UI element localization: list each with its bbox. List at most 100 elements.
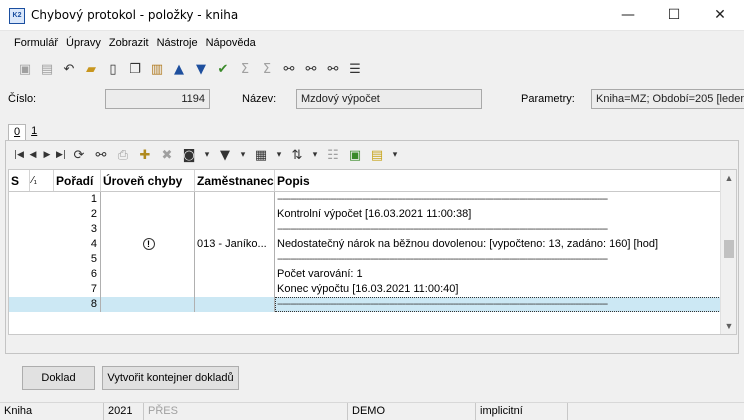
status-demo: DEMO <box>348 403 476 420</box>
cell-s <box>9 222 30 237</box>
cell-s <box>9 237 30 252</box>
arrow-down-icon[interactable]: ▼ <box>190 59 212 79</box>
notes-icon[interactable]: ▤ <box>366 145 388 165</box>
cell-sort <box>30 222 54 237</box>
menu-nastroje[interactable]: Nástroje <box>153 35 202 53</box>
cell-s <box>9 267 30 282</box>
find-icon[interactable]: ⚯ <box>90 145 112 165</box>
cell-poradi: 2 <box>54 207 101 222</box>
menu-zobrazit[interactable]: Zobrazit <box>105 35 153 53</box>
nazev-field: Mzdový výpočet <box>296 89 482 109</box>
table-row-selected[interactable]: 8 --------------------------------------… <box>9 297 721 312</box>
excel-icon[interactable]: ▣ <box>344 145 366 165</box>
cell-zamestnanec <box>195 267 275 282</box>
data-grid: S ⁄₁ Pořadí Úroveň chyby Zaměstnanec Pop… <box>8 169 737 335</box>
table-row[interactable]: 7 Konec výpočtu [16.03.2021 11:00:40] <box>9 282 721 297</box>
close-button[interactable]: ✕ <box>697 0 743 31</box>
status-empty <box>568 403 744 420</box>
window-title: Chybový protokol - položky - kniha <box>31 8 239 22</box>
cell-poradi: 6 <box>54 267 101 282</box>
add-icon[interactable]: ✚ <box>134 145 156 165</box>
new-document-icon[interactable]: ▯ <box>102 59 124 79</box>
last-record-icon[interactable]: ▶| <box>54 145 68 165</box>
filter-dropdown-icon[interactable]: ▾ <box>236 145 250 165</box>
filter-icon[interactable]: ▼ <box>214 145 236 165</box>
col-uroven-header[interactable]: Úroveň chyby <box>101 170 195 191</box>
doklad-button[interactable]: Doklad <box>22 366 95 390</box>
col-s-header[interactable]: S <box>9 170 30 191</box>
scroll-up-icon[interactable]: ▲ <box>721 170 736 186</box>
cell-poradi: 7 <box>54 282 101 297</box>
prev-record-icon[interactable]: ◀ <box>26 145 40 165</box>
columns-icon[interactable]: ▦ <box>250 145 272 165</box>
table-row[interactable]: 3 --------------------------------------… <box>9 222 721 237</box>
binoculars-next-icon[interactable]: ⚯ <box>300 59 322 79</box>
table-row[interactable]: 5 --------------------------------------… <box>9 252 721 267</box>
cell-popis: Kontrolní výpočet [16.03.2021 11:00:38] <box>275 207 721 222</box>
cell-poradi: 5 <box>54 252 101 267</box>
columns-dropdown-icon[interactable]: ▾ <box>272 145 286 165</box>
maximize-button[interactable]: ☐ <box>651 0 697 31</box>
cell-sort <box>30 297 54 312</box>
app-icon: K2 <box>9 8 25 24</box>
checkmark-icon[interactable]: ✔ <box>212 59 234 79</box>
scroll-thumb[interactable] <box>724 240 734 258</box>
cell-uroven <box>101 207 195 222</box>
cell-zamestnanec <box>195 192 275 207</box>
table-row[interactable]: 1 --------------------------------------… <box>9 192 721 207</box>
cell-sort <box>30 252 54 267</box>
cell-poradi: 8 <box>54 297 101 312</box>
tab-1-label: 1 <box>31 125 38 137</box>
vertical-scrollbar[interactable]: ▲ ▼ <box>720 170 736 334</box>
copy-icon[interactable]: ❐ <box>124 59 146 79</box>
cell-s <box>9 252 30 267</box>
menu-napoveda[interactable]: Nápověda <box>202 35 260 53</box>
book-icon[interactable]: ▥ <box>146 59 168 79</box>
tab-0-label: 0 <box>14 126 21 138</box>
col-poradi-header[interactable]: Pořadí <box>54 170 101 191</box>
table-row[interactable]: 6 Počet varování: 1 <box>9 267 721 282</box>
camera-icon[interactable]: ◙ <box>178 145 200 165</box>
sum-filter-icon[interactable]: Σ <box>256 59 278 79</box>
camera-dropdown-icon[interactable]: ▾ <box>200 145 214 165</box>
table-row[interactable]: 4 ! 013 - Janíko... Nedostatečný nárok n… <box>9 237 721 252</box>
list-icon[interactable]: ☰ <box>344 59 366 79</box>
menu-upravy[interactable]: Úpravy <box>62 35 105 53</box>
arrow-up-icon[interactable]: ▲ <box>168 59 190 79</box>
binoculars-options-icon[interactable]: ⚯ <box>322 59 344 79</box>
col-zamestnanec-header[interactable]: Zaměstnanec <box>195 170 275 191</box>
col-popis-header[interactable]: Popis <box>275 170 721 191</box>
sort-dropdown-icon[interactable]: ▾ <box>308 145 322 165</box>
sum-icon[interactable]: Σ <box>234 59 256 79</box>
parametry-field: Kniha=MZ; Období=205 [leden <box>591 89 744 109</box>
vytvorit-kontejner-button[interactable]: Vytvořit kontejner dokladů <box>102 366 239 390</box>
cell-poradi: 4 <box>54 237 101 252</box>
tab-strip: 0 1 <box>8 124 42 140</box>
save-as-icon[interactable]: ▤ <box>36 59 58 79</box>
minimize-button[interactable]: — <box>605 0 651 31</box>
save-icon[interactable]: ▣ <box>14 59 36 79</box>
tab-1[interactable]: 1 <box>26 124 42 140</box>
cell-zamestnanec <box>195 222 275 237</box>
open-folder-icon[interactable]: ▰ <box>80 59 102 79</box>
cell-uroven <box>101 282 195 297</box>
cell-s <box>9 297 30 312</box>
next-record-icon[interactable]: ▶ <box>40 145 54 165</box>
notes-dropdown-icon[interactable]: ▾ <box>388 145 402 165</box>
refresh-icon[interactable]: ⟳ <box>68 145 90 165</box>
tab-0[interactable]: 0 <box>8 124 27 140</box>
table-row[interactable]: 2 Kontrolní výpočet [16.03.2021 11:00:38… <box>9 207 721 222</box>
col-sort-header[interactable]: ⁄₁ <box>30 170 54 191</box>
remove-icon[interactable]: ✖ <box>156 145 178 165</box>
sort-icon[interactable]: ⇅ <box>286 145 308 165</box>
menu-formular[interactable]: Formulář <box>10 35 62 53</box>
list-format-icon[interactable]: ☷ <box>322 145 344 165</box>
cell-s <box>9 207 30 222</box>
print-icon[interactable]: ⎙ <box>112 145 134 165</box>
first-record-icon[interactable]: |◀ <box>12 145 26 165</box>
cell-uroven: ! <box>101 237 195 252</box>
scroll-down-icon[interactable]: ▼ <box>721 318 736 334</box>
binoculars-icon[interactable]: ⚯ <box>278 59 300 79</box>
undo-icon[interactable]: ↶ <box>58 59 80 79</box>
grid-panel: |◀ ◀ ▶ ▶| ⟳ ⚯ ⎙ ✚ ✖ ◙ ▾ ▼ ▾ ▦ ▾ ⇅ ▾ ☷ ▣ … <box>5 140 739 354</box>
